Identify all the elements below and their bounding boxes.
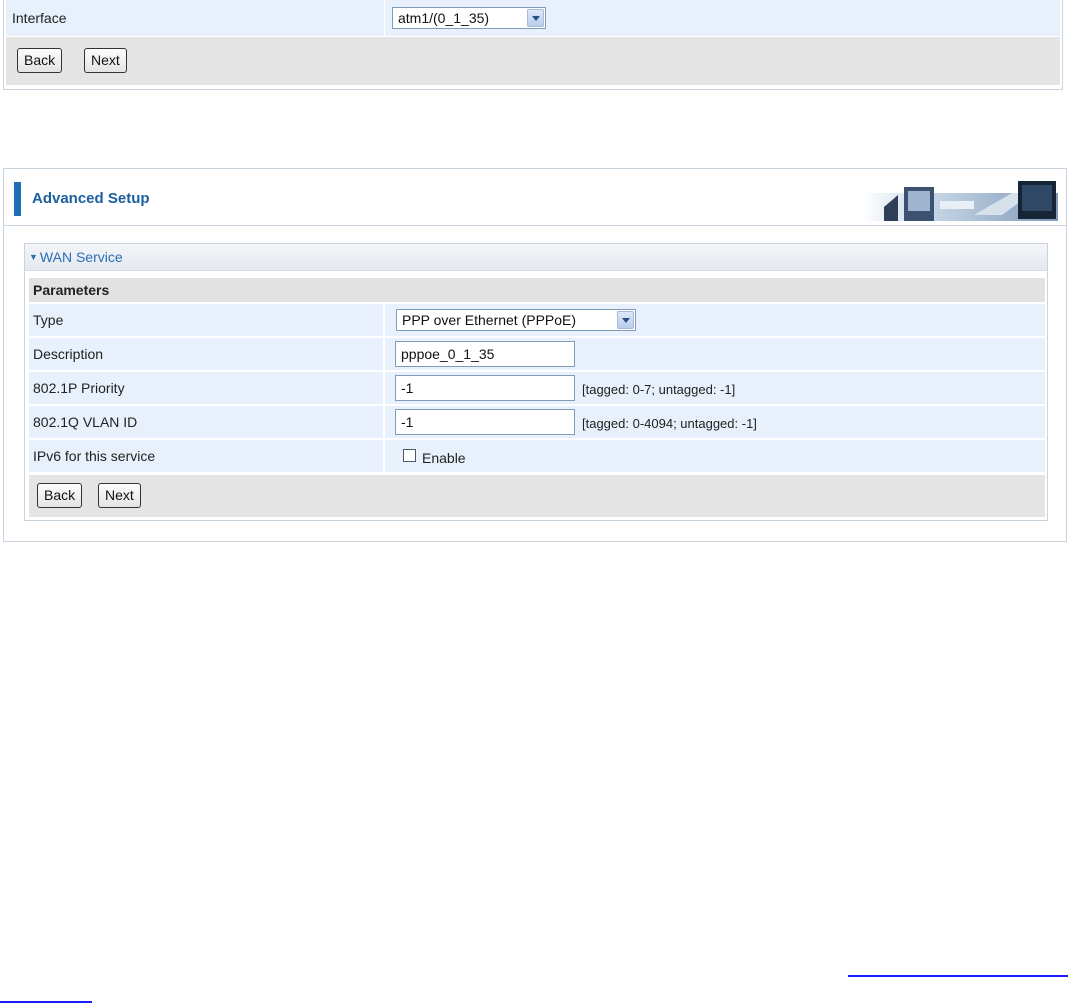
panel-header: Advanced Setup (4, 169, 1066, 226)
type-row: Type PPP over Ethernet (PPPoE) (29, 304, 1045, 336)
hyperlink-underline[interactable] (848, 975, 1068, 977)
interface-row: Interface atm1/(0_1_35) (6, 0, 1060, 37)
back-button[interactable]: Back (17, 48, 63, 73)
ipv6-row: IPv6 for this service Enable (29, 440, 1045, 472)
wan-service-title: ▼ WAN Service (29, 249, 123, 265)
priority-input[interactable] (395, 375, 575, 401)
ipv6-label: IPv6 for this service (33, 448, 156, 464)
button-row: Back Next (6, 37, 1060, 85)
collapse-triangle-icon: ▼ (29, 252, 38, 262)
chevron-down-icon[interactable] (527, 9, 544, 27)
priority-label: 802.1P Priority (33, 380, 125, 396)
parameters-title: Parameters (33, 282, 110, 298)
back-button[interactable]: Back (37, 483, 83, 508)
chevron-down-icon[interactable] (617, 311, 634, 329)
description-row: Description (29, 338, 1045, 370)
row-divider (383, 440, 385, 472)
type-label: Type (33, 312, 64, 328)
row-divider (384, 0, 385, 36)
wan-service-header[interactable]: ▼ WAN Service (25, 244, 1047, 271)
interface-select[interactable]: atm1/(0_1_35) (392, 7, 546, 29)
wan-service-section: ▼ WAN Service Parameters Type PPP over Et… (24, 243, 1048, 521)
page-title: Advanced Setup (32, 190, 150, 207)
ipv6-enable-checkbox[interactable] (403, 449, 416, 462)
button-row: Back Next (29, 475, 1045, 517)
interface-select-value: atm1/(0_1_35) (398, 10, 490, 26)
description-label: Description (33, 346, 104, 362)
row-divider (383, 406, 385, 438)
wan-service-title-text: WAN Service (39, 249, 123, 265)
row-divider (383, 372, 385, 404)
parameters-header: Parameters (29, 278, 1045, 302)
vlan-id-row: 802.1Q VLAN ID [tagged: 0-4094; untagged… (29, 406, 1045, 438)
priority-row: 802.1P Priority [tagged: 0-7; untagged: … (29, 372, 1045, 404)
next-button[interactable]: Next (98, 483, 141, 508)
hyperlink-underline[interactable] (0, 1001, 92, 1003)
ipv6-enable-label[interactable]: Enable (422, 450, 466, 466)
header-accent-bar (14, 182, 21, 216)
vlan-id-hint: [tagged: 0-4094; untagged: -1] (582, 416, 757, 431)
priority-hint: [tagged: 0-7; untagged: -1] (582, 382, 736, 397)
next-button[interactable]: Next (84, 48, 127, 73)
advanced-setup-panel: Advanced Setup ▼ WAN Service Parameters … (3, 168, 1067, 542)
vlan-id-input[interactable] (395, 409, 575, 435)
type-select[interactable]: PPP over Ethernet (PPPoE) (396, 309, 636, 331)
row-divider (383, 304, 385, 336)
office-banner-icon (862, 181, 1058, 221)
vlan-id-label: 802.1Q VLAN ID (33, 414, 138, 430)
interface-panel: Interface atm1/(0_1_35) Back Next (3, 0, 1063, 90)
type-select-value: PPP over Ethernet (PPPoE) (402, 312, 577, 328)
row-divider (383, 338, 385, 370)
interface-label: Interface (12, 10, 67, 26)
description-input[interactable] (395, 341, 575, 367)
